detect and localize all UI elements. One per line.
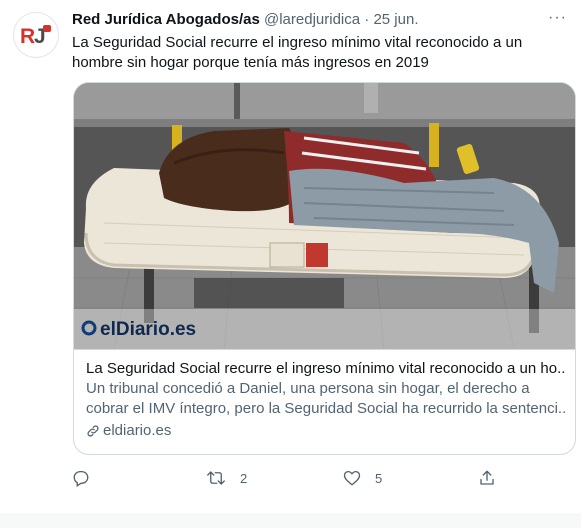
card-title: La Seguridad Social recurre el ingreso m…: [86, 360, 565, 377]
heart-icon: [343, 470, 361, 486]
card-description-line2: cobrar el IMV íntegro, pero la Seguridad…: [86, 400, 565, 417]
card-description-line1: Un tribunal concedió a Daniel, una perso…: [86, 380, 530, 397]
card-domain: eldiario.es: [86, 421, 565, 441]
retweet-icon: [207, 471, 225, 485]
next-tweet-edge: [0, 515, 581, 528]
retweet-count: 2: [240, 470, 248, 486]
tweet-header: Red Jurídica Abogados/as @laredjuridica …: [72, 11, 419, 29]
author-avatar[interactable]: R J: [13, 12, 59, 58]
card-watermark: elDiario.es: [100, 319, 196, 340]
share-button[interactable]: [478, 469, 496, 487]
card-image: elDiario.es: [74, 83, 575, 349]
tweet[interactable]: R J Red Jurídica Abogados/as @laredjurid…: [0, 0, 581, 514]
tweet-date[interactable]: 25 jun.: [373, 11, 418, 28]
like-button[interactable]: 5: [343, 469, 382, 487]
link-card[interactable]: elDiario.es La Seguridad Social recurre …: [73, 82, 576, 455]
share-icon: [480, 470, 494, 485]
author-name[interactable]: Red Jurídica Abogados/as: [72, 11, 260, 28]
card-description: Un tribunal concedió a Daniel, una perso…: [86, 379, 565, 419]
reply-button[interactable]: [72, 469, 90, 487]
svg-text:R: R: [20, 25, 35, 48]
link-icon: [87, 425, 99, 437]
retweet-button[interactable]: 2: [206, 469, 247, 487]
meta-separator: ·: [364, 11, 370, 28]
tweet-actions: 2 5: [72, 469, 512, 491]
red-juridica-logo-icon: R J: [20, 25, 51, 48]
reply-icon: [73, 470, 89, 487]
like-count: 5: [375, 470, 383, 486]
more-options-icon[interactable]: ···: [548, 9, 567, 27]
tweet-text: La Seguridad Social recurre el ingreso m…: [72, 34, 523, 71]
card-domain-text: eldiario.es: [103, 422, 172, 439]
author-handle[interactable]: @laredjuridica: [264, 11, 360, 28]
card-info[interactable]: La Seguridad Social recurre el ingreso m…: [74, 349, 575, 454]
